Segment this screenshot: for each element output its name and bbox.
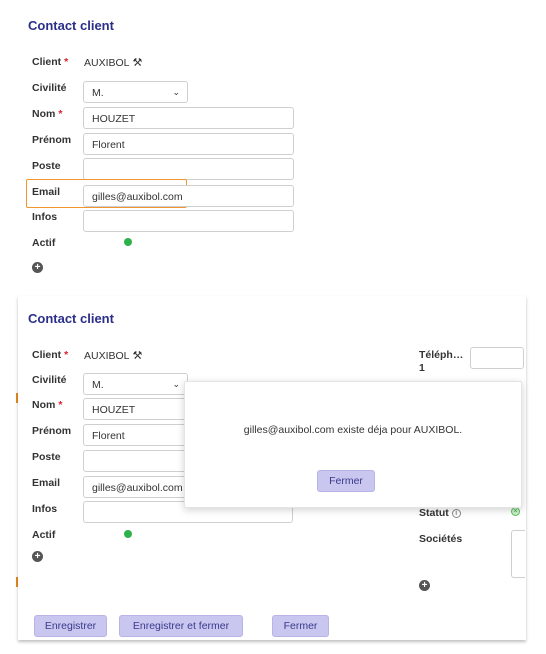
wrench-screwdriver-icon[interactable]: ⚒ <box>133 350 143 362</box>
poste-input[interactable] <box>83 450 193 472</box>
telephone-input[interactable] <box>470 347 524 369</box>
email-input[interactable]: gilles@auxibol.com <box>83 476 193 498</box>
close-button[interactable]: Fermer <box>272 615 329 637</box>
label-societes: Sociétés <box>419 533 463 545</box>
client-value: AUXIBOL ⚒ <box>84 350 143 362</box>
info-icon: i <box>451 509 461 518</box>
label-prenom: Prénom <box>32 134 72 146</box>
label-actif: Actif <box>32 529 56 541</box>
prenom-input[interactable]: Florent <box>83 133 294 155</box>
infos-input[interactable] <box>83 210 294 232</box>
wrench-screwdriver-icon[interactable]: ⚒ <box>133 57 143 69</box>
client-value: AUXIBOL ⚒ <box>84 57 143 69</box>
label-poste: Poste <box>32 160 61 172</box>
label-infos: Infos <box>32 211 58 223</box>
bottom-form-title: Contact client <box>28 311 114 326</box>
label-nom: Nom * <box>32 108 63 120</box>
top-form-title: Contact client <box>28 18 114 33</box>
dialog-message: gilles@auxibol.com existe déja pour AUXI… <box>243 424 463 436</box>
actif-status-dot[interactable] <box>124 530 132 538</box>
label-email: Email <box>32 186 61 198</box>
plus-circle-icon[interactable]: + <box>32 551 43 562</box>
chevron-down-icon: ⌄ <box>172 379 180 389</box>
label-civilite: Civilité <box>32 82 67 94</box>
poste-input[interactable] <box>83 158 294 180</box>
statut-toggle[interactable]: × <box>511 507 520 516</box>
save-and-close-button[interactable]: Enregistrer et fermer <box>119 615 243 637</box>
civilite-select[interactable]: M. ⌄ <box>83 81 188 103</box>
actif-status-dot[interactable] <box>124 238 132 246</box>
label-telephone: Téléph… 1 <box>419 349 464 374</box>
societes-list[interactable] <box>511 530 525 578</box>
save-button[interactable]: Enregistrer <box>34 615 107 637</box>
plus-circle-icon[interactable]: + <box>32 262 43 273</box>
email-input[interactable]: gilles@auxibol.com <box>83 185 294 207</box>
label-nom: Nom * <box>32 399 63 411</box>
plus-circle-icon[interactable]: + <box>419 580 430 591</box>
label-infos: Infos <box>32 503 58 515</box>
chevron-down-icon: ⌄ <box>172 87 180 97</box>
label-email: Email <box>32 477 61 489</box>
label-poste: Poste <box>32 451 61 463</box>
label-prenom: Prénom <box>32 425 72 437</box>
civilite-select[interactable]: M. ⌄ <box>83 373 188 395</box>
dialog-close-button[interactable]: Fermer <box>317 470 375 492</box>
label-civilite: Civilité <box>32 374 67 386</box>
nom-input[interactable]: HOUZET <box>83 398 193 420</box>
label-client: Client * <box>32 56 69 68</box>
label-actif: Actif <box>32 237 56 249</box>
nom-input[interactable]: HOUZET <box>83 107 294 129</box>
label-client: Client * <box>32 349 69 361</box>
label-statut: Statut i <box>419 507 461 519</box>
prenom-input[interactable]: Florent <box>83 424 193 446</box>
duplicate-email-dialog: gilles@auxibol.com existe déja pour AUXI… <box>184 381 522 508</box>
